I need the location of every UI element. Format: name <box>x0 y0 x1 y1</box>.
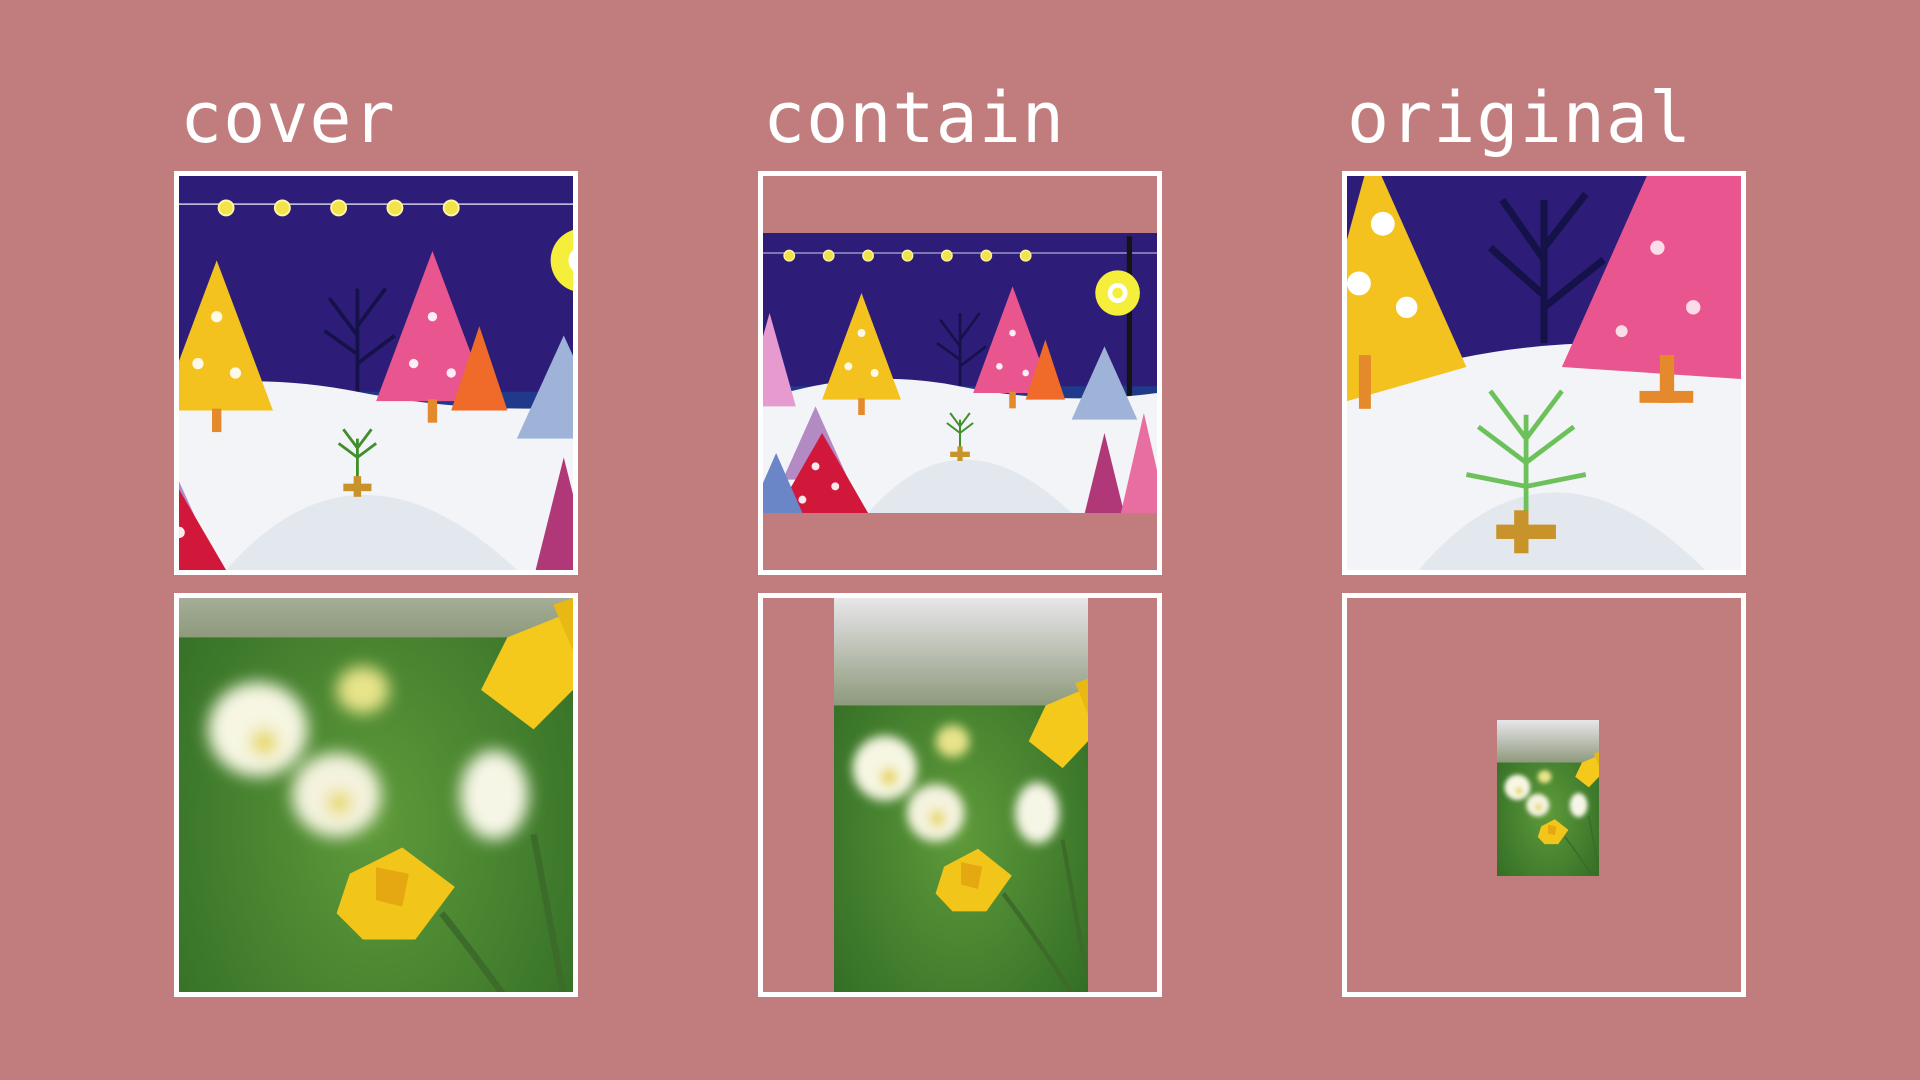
column-title-original: original <box>1347 77 1693 159</box>
object-fit-comparison: cover contain original <box>0 0 1920 1080</box>
daffodil-photo-cover <box>179 598 573 992</box>
winter-illustration-contain <box>763 233 1157 513</box>
cover-frame-portrait <box>174 593 578 997</box>
contain-frame-portrait <box>758 593 1162 997</box>
daffodil-photo-contain <box>834 598 1088 992</box>
column-title-cover: cover <box>180 77 396 159</box>
winter-illustration-original <box>1347 176 1741 570</box>
daffodil-photo-original <box>1497 720 1599 876</box>
winter-illustration-cover <box>179 176 573 570</box>
cover-frame-landscape <box>174 171 578 575</box>
column-title-contain: contain <box>763 77 1066 159</box>
contain-frame-landscape <box>758 171 1162 575</box>
original-frame-landscape <box>1342 171 1746 575</box>
original-frame-portrait <box>1342 593 1746 997</box>
